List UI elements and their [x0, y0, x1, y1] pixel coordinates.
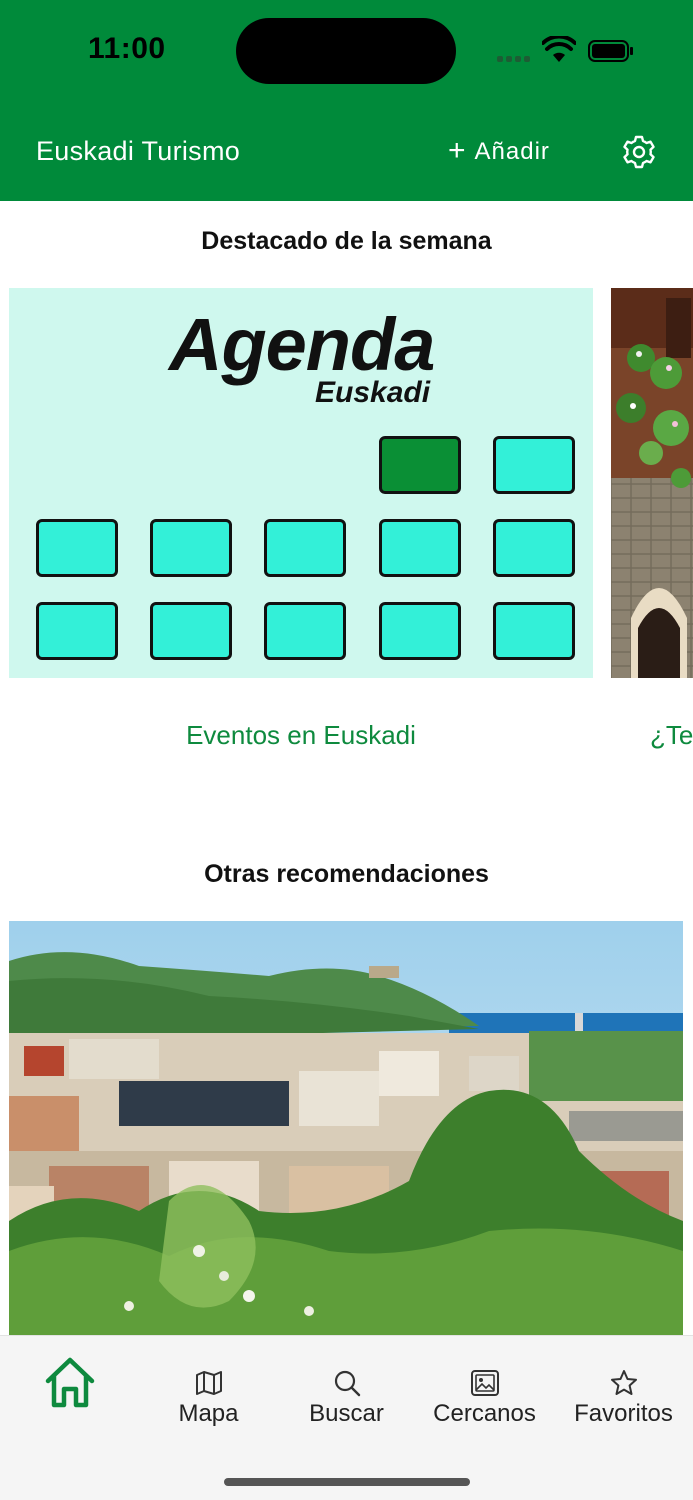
home-indicator: [224, 1478, 470, 1486]
featured-card-image[interactable]: Agenda Euskadi: [9, 288, 593, 678]
app-header: 11:00 Euskadi Turismo + Añadir: [0, 0, 693, 201]
agenda-logo-text: Agenda: [169, 303, 435, 386]
tab-favorites[interactable]: Favoritos: [554, 1354, 693, 1428]
app-title: Euskadi Turismo: [36, 136, 241, 166]
calendar-tile: [36, 602, 118, 660]
tab-search-label: Buscar: [309, 1400, 384, 1427]
search-icon: [334, 1370, 360, 1397]
calendar-tile: [150, 602, 232, 660]
recommendation-image[interactable]: [9, 921, 683, 1335]
tab-nearby-label: Cercanos: [433, 1400, 536, 1427]
calendar-tile: [379, 602, 461, 660]
status-time: 11:00: [88, 32, 166, 65]
calendar-tile: [150, 519, 232, 577]
add-button[interactable]: + Añadir: [448, 134, 550, 170]
calendar-tile: [493, 519, 575, 577]
calendar-tile: [493, 436, 575, 494]
house-facade-image: [611, 288, 693, 678]
featured-card-image-next[interactable]: [611, 288, 693, 678]
tab-map[interactable]: Mapa: [139, 1354, 278, 1428]
calendar-tile: [379, 436, 461, 494]
gallery-icon: [470, 1370, 499, 1396]
calendar-tile: [264, 519, 346, 577]
star-icon: [610, 1370, 637, 1395]
featured-card-caption-next[interactable]: ¿Te: [650, 720, 693, 751]
featured-section-title: Destacado de la semana: [201, 227, 492, 255]
battery-icon: [588, 40, 633, 62]
featured-card-caption[interactable]: Eventos en Euskadi: [0, 720, 602, 751]
gear-icon[interactable]: [621, 134, 657, 170]
others-section-title: Otras recomendaciones: [204, 860, 489, 888]
tab-nearby[interactable]: Cercanos: [415, 1354, 554, 1428]
calendar-tile: [36, 519, 118, 577]
bottom-tab-bar: Mapa Buscar Cercanos Favoritos: [0, 1335, 693, 1500]
add-button-label: Añadir: [474, 138, 550, 165]
map-icon: [195, 1371, 222, 1395]
calendar-tile: [264, 602, 346, 660]
dynamic-island: [236, 18, 456, 84]
calendar-tile: [493, 602, 575, 660]
signal-icon: [497, 54, 531, 62]
agenda-logo-subtext: Euskadi: [315, 376, 431, 409]
tab-map-label: Mapa: [178, 1400, 239, 1427]
home-icon: [45, 1357, 94, 1408]
tab-favorites-label: Favoritos: [574, 1400, 673, 1427]
wifi-icon: [542, 36, 576, 62]
plus-icon: +: [448, 134, 467, 167]
tab-search[interactable]: Buscar: [277, 1354, 416, 1428]
calendar-tile: [379, 519, 461, 577]
tab-home[interactable]: [0, 1354, 139, 1412]
city-landscape-image: [9, 921, 683, 1335]
